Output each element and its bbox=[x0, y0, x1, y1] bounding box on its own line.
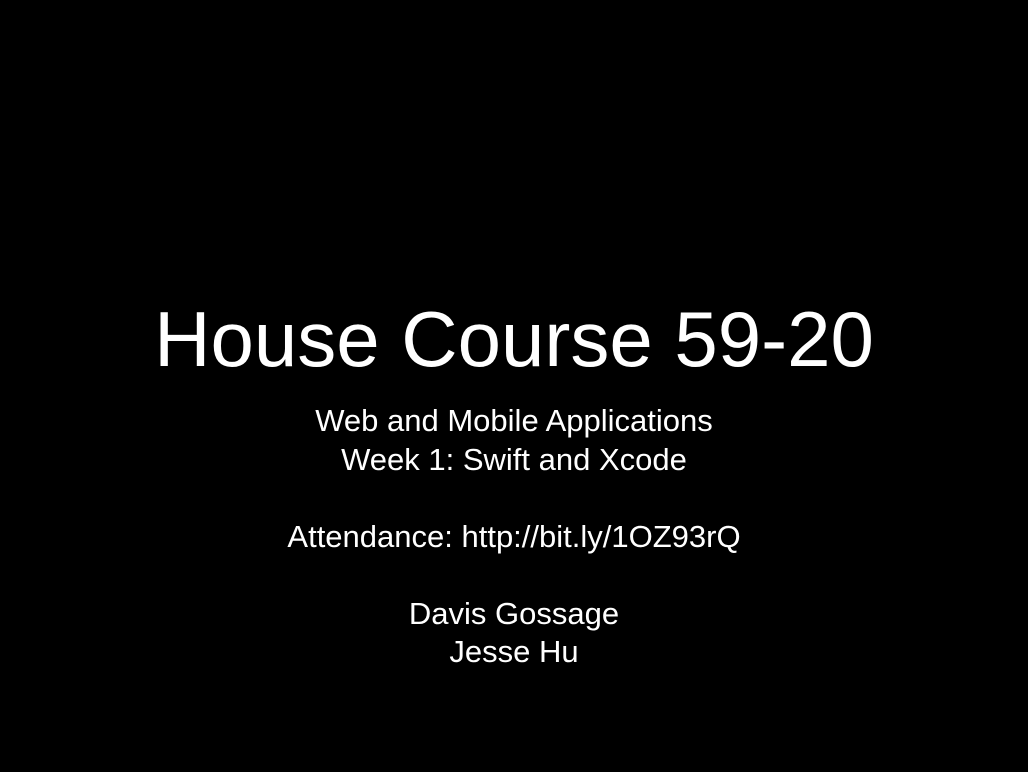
week-topic: Week 1: Swift and Xcode bbox=[341, 441, 687, 477]
presenter-name: Davis Gossage bbox=[408, 595, 620, 631]
slide-body: Web and Mobile Applications Week 1: Swif… bbox=[0, 402, 1028, 672]
slide-title: House Course 59-20 bbox=[154, 295, 874, 383]
attendance-link-text: Attendance: http://bit.ly/1OZ93rQ bbox=[287, 518, 741, 554]
slide-canvas: House Course 59-20 Web and Mobile Applic… bbox=[0, 0, 1028, 772]
presenter-name: Jesse Hu bbox=[449, 634, 579, 669]
course-subtitle: Web and Mobile Applications bbox=[315, 403, 713, 438]
